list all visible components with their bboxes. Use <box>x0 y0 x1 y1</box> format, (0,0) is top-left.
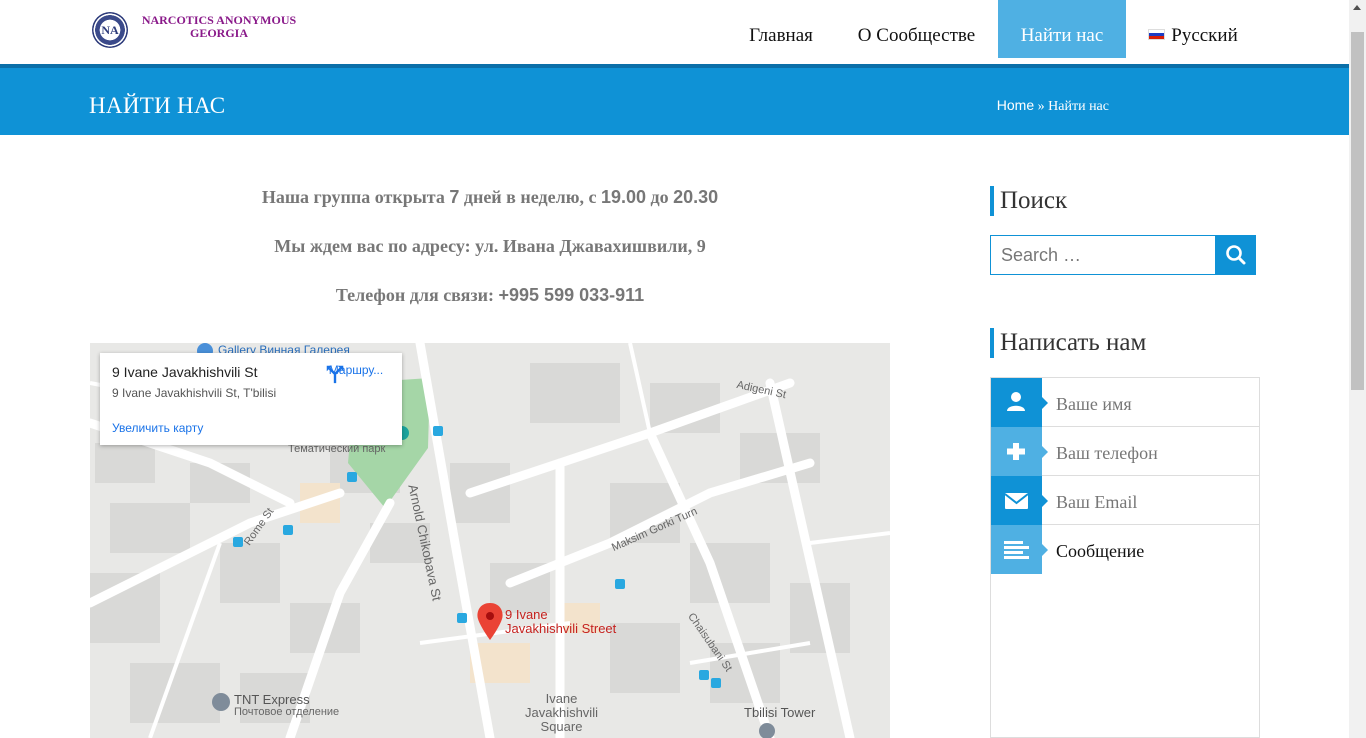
nav-item-community[interactable]: О Сообществе <box>845 0 988 58</box>
message-field-label: Сообщение <box>1056 541 1145 561</box>
site-logo[interactable]: NA NARCOTICS ANONYMOUS GEORGIA <box>92 12 304 48</box>
directions-icon <box>326 365 344 384</box>
directions-button[interactable]: Маршру... <box>324 363 388 384</box>
message-field[interactable]: Сообщение <box>991 525 1259 574</box>
map-label-tower[interactable]: Tbilisi Tower <box>744 705 815 720</box>
page-scrollbar[interactable] <box>1349 0 1366 738</box>
search-icon <box>1226 245 1246 265</box>
map-info-card: 9 Ivane Javakhishvili St 9 Ivane Javakhi… <box>100 353 402 445</box>
google-map[interactable]: Gallery Винная Галерея Тематический парк… <box>90 343 890 738</box>
email-field[interactable]: Ваш Email <box>991 476 1259 525</box>
scroll-thumb[interactable] <box>1351 32 1364 390</box>
nav-item-language[interactable]: Русский <box>1138 0 1248 58</box>
address-text: Мы ждем вас по адресу: ул. Ивана Джавахи… <box>274 236 706 256</box>
search-button[interactable] <box>1215 235 1256 275</box>
search-input[interactable]: Search … <box>990 235 1216 275</box>
phone-field-label: Ваш телефон <box>1056 443 1158 463</box>
contact-form: Ваше имя Ваш телефон Ваш Email Сообщение <box>990 377 1260 738</box>
page-title: НАЙТИ НАС <box>89 93 226 118</box>
site-header: NA NARCOTICS ANONYMOUS GEORGIA Главная О… <box>0 0 1349 64</box>
breadcrumb-current: Найти нас <box>1048 99 1109 114</box>
opening-hours-text: Наша группа открыта 7 дней в неделю, с 1… <box>261 187 719 207</box>
map-card-title: 9 Ivane Javakhishvili St <box>112 364 258 380</box>
map-pin-label: 9 Ivane Javakhishvili Street <box>505 607 617 636</box>
text-lines-icon <box>991 525 1042 574</box>
logo-text: NARCOTICS ANONYMOUS GEORGIA <box>141 13 297 40</box>
nav-item-home[interactable]: Главная <box>738 0 824 58</box>
breadcrumb: Home » Найти нас <box>997 97 1109 115</box>
language-label: Русский <box>1171 25 1238 46</box>
nav-item-find-us[interactable]: Найти нас <box>998 0 1126 58</box>
email-field-label: Ваш Email <box>1056 492 1138 512</box>
search-widget-title: Поиск <box>990 186 1067 216</box>
user-icon <box>991 378 1042 427</box>
name-field-label: Ваше имя <box>1056 394 1132 414</box>
map-label-tnt[interactable]: TNT Express <box>234 692 310 707</box>
map-label-tnt-sub: Почтовое отделение <box>234 706 340 718</box>
breadcrumb-separator: » <box>1037 99 1045 114</box>
map-card-address: 9 Ivane Javakhishvili St, T'bilisi <box>112 386 277 400</box>
page-title-bar: НАЙТИ НАС Home » Найти нас <box>0 64 1349 135</box>
name-field[interactable]: Ваше имя <box>991 378 1259 427</box>
plus-icon <box>991 427 1042 476</box>
envelope-icon <box>991 476 1042 525</box>
enlarge-map-link[interactable]: Увеличить карту <box>112 421 203 435</box>
scroll-up-icon[interactable] <box>1353 5 1361 10</box>
map-label-square: Ivane Javakhishvili Square <box>525 691 598 734</box>
breadcrumb-home-link[interactable]: Home <box>997 97 1034 113</box>
russian-flag-icon <box>1148 29 1166 40</box>
phone-text: Телефон для связи: +995 599 033-911 <box>335 285 645 305</box>
phone-field[interactable]: Ваш телефон <box>991 427 1259 476</box>
na-logo-icon: NA <box>92 12 128 48</box>
contact-widget-title: Написать нам <box>990 328 1146 358</box>
